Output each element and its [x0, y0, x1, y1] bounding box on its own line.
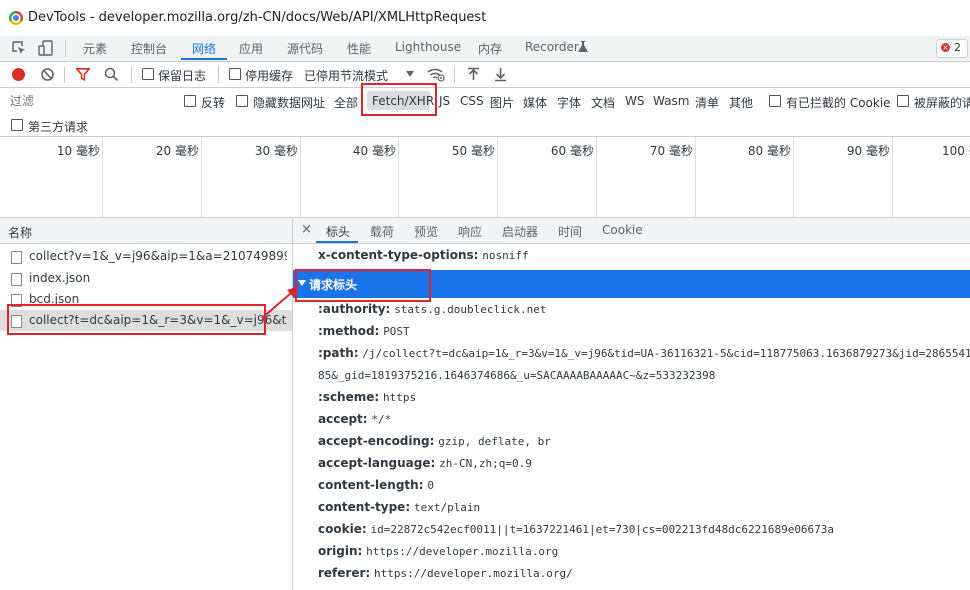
annotation-arrow	[261, 286, 299, 319]
